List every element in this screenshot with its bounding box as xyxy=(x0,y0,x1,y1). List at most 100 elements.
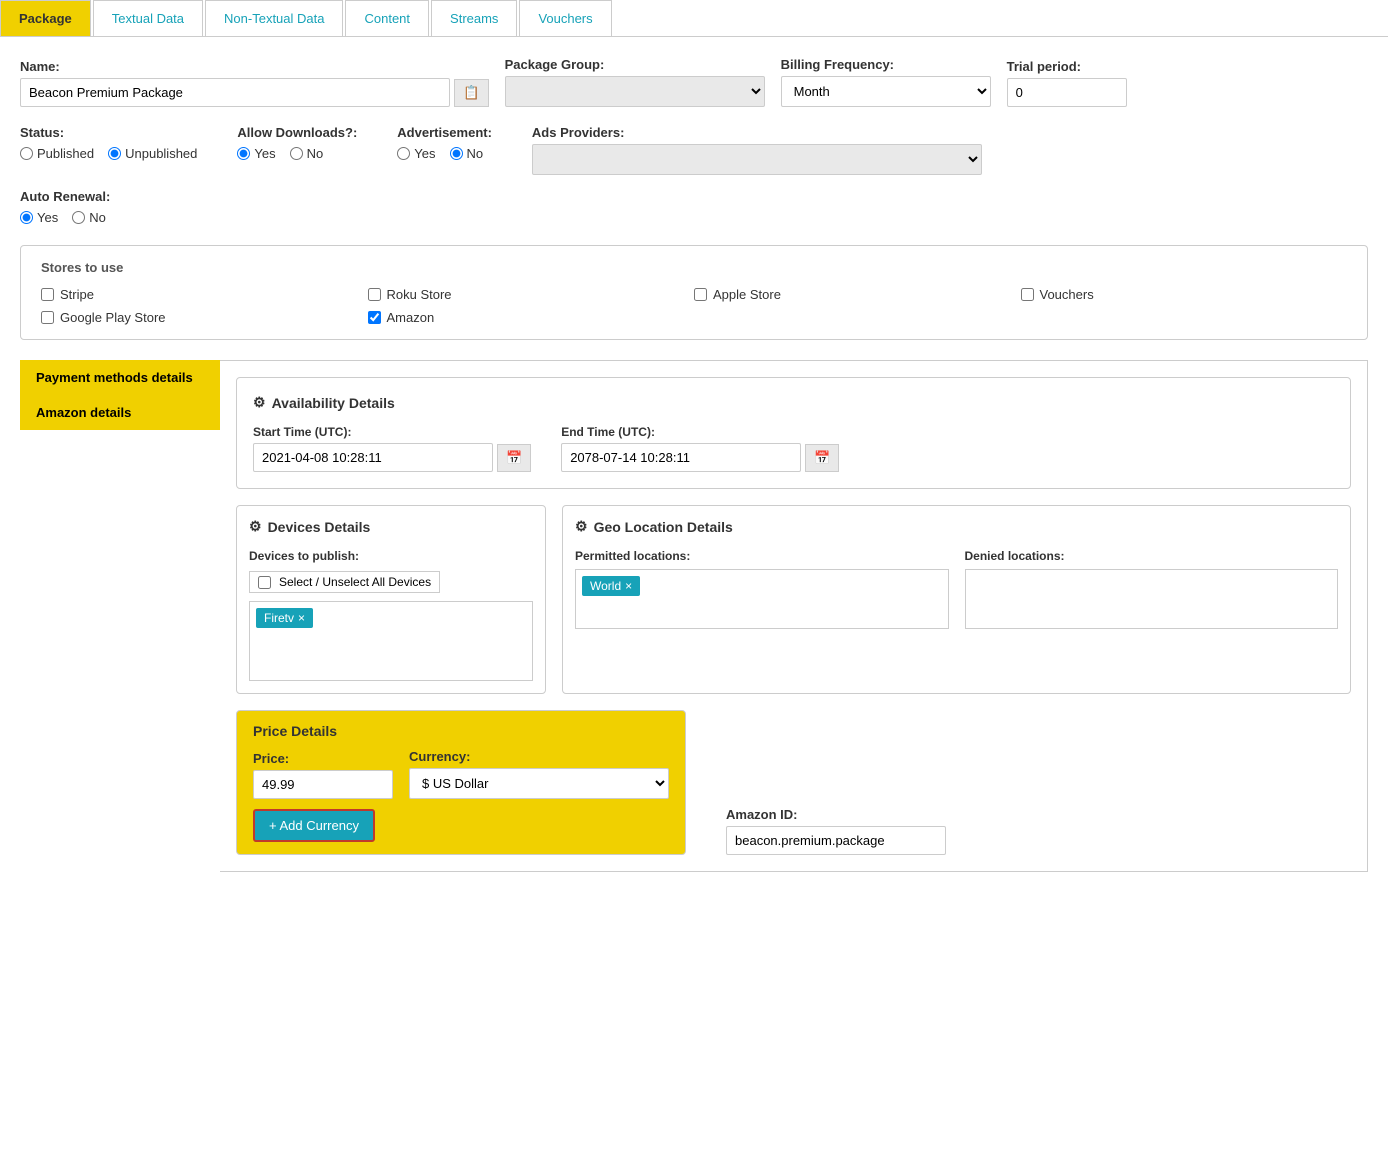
allow-downloads-no-option[interactable]: No xyxy=(290,146,324,161)
advertisement-yes-option[interactable]: Yes xyxy=(397,146,435,161)
allow-downloads-label: Allow Downloads?: xyxy=(237,125,357,140)
start-time-calendar-button[interactable]: 📅 xyxy=(497,444,531,472)
store-amazon-checkbox[interactable] xyxy=(368,311,381,324)
advertisement-no-radio[interactable] xyxy=(450,147,463,160)
allow-downloads-group: Allow Downloads?: Yes No xyxy=(237,125,357,161)
payment-tabs-row: Payment methods details Amazon details ⚙… xyxy=(20,360,1368,872)
tab-vouchers[interactable]: Vouchers xyxy=(519,0,611,36)
billing-frequency-select[interactable]: Month Year xyxy=(781,76,991,107)
ads-providers-select[interactable] xyxy=(532,144,982,175)
store-vouchers-checkbox[interactable] xyxy=(1021,288,1034,301)
advertisement-yes-radio[interactable] xyxy=(397,147,410,160)
auto-renewal-yes-text: Yes xyxy=(37,210,58,225)
trial-period-input[interactable] xyxy=(1007,78,1127,107)
end-time-group: End Time (UTC): 📅 xyxy=(561,425,839,472)
availability-gear-icon: ⚙ xyxy=(253,394,266,411)
allow-downloads-radio-group: Yes No xyxy=(237,146,357,161)
availability-section: ⚙ Availability Details Start Time (UTC):… xyxy=(236,377,1351,489)
store-roku: Roku Store xyxy=(368,287,695,302)
denied-tags-box xyxy=(965,569,1339,629)
package-group-label: Package Group: xyxy=(505,57,765,72)
store-amazon-label: Amazon xyxy=(387,310,435,325)
allow-downloads-yes-option[interactable]: Yes xyxy=(237,146,275,161)
tab-textual-data[interactable]: Textual Data xyxy=(93,0,203,36)
auto-renewal-group: Auto Renewal: Yes No xyxy=(20,189,1368,225)
select-unselect-checkbox[interactable] xyxy=(258,576,271,589)
store-google-checkbox[interactable] xyxy=(41,311,54,324)
devices-title: ⚙ Devices Details xyxy=(249,518,533,535)
end-time-input[interactable] xyxy=(561,443,801,472)
price-input[interactable] xyxy=(253,770,393,799)
allow-downloads-no-text: No xyxy=(307,146,324,161)
tab-bar: Package Textual Data Non-Textual Data Co… xyxy=(0,0,1388,37)
store-roku-checkbox[interactable] xyxy=(368,288,381,301)
auto-renewal-yes-radio[interactable] xyxy=(20,211,33,224)
store-google-label: Google Play Store xyxy=(60,310,166,325)
start-time-input[interactable] xyxy=(253,443,493,472)
ads-providers-group: Ads Providers: xyxy=(532,125,982,175)
price-fields-row: Price: Currency: $ US Dollar € Euro xyxy=(253,749,669,799)
payment-methods-tab-btn[interactable]: Payment methods details xyxy=(20,360,220,395)
tab-non-textual-data[interactable]: Non-Textual Data xyxy=(205,0,343,36)
store-apple-label: Apple Store xyxy=(713,287,781,302)
status-radio-group: Published Unpublished xyxy=(20,146,197,161)
calendar-icon: 📅 xyxy=(506,450,522,465)
currency-select[interactable]: $ US Dollar € Euro xyxy=(409,768,669,799)
auto-renewal-no-text: No xyxy=(89,210,106,225)
permitted-col: Permitted locations: World × xyxy=(575,549,949,629)
currency-label: Currency: xyxy=(409,749,669,764)
devices-section: ⚙ Devices Details Devices to publish: Se… xyxy=(236,505,546,694)
store-stripe-label: Stripe xyxy=(60,287,94,302)
geo-inner: Permitted locations: World × Denied loca… xyxy=(575,549,1338,629)
copy-button[interactable]: 📋 xyxy=(454,79,489,107)
store-stripe-checkbox[interactable] xyxy=(41,288,54,301)
allow-downloads-yes-radio[interactable] xyxy=(237,147,250,160)
tab-streams[interactable]: Streams xyxy=(431,0,517,36)
advertisement-no-option[interactable]: No xyxy=(450,146,484,161)
add-currency-button[interactable]: + Add Currency xyxy=(253,809,375,842)
name-input[interactable] xyxy=(20,78,450,107)
advertisement-label: Advertisement: xyxy=(397,125,492,140)
tab-package[interactable]: Package xyxy=(0,0,91,36)
status-published-radio[interactable] xyxy=(20,147,33,160)
page-wrapper: Package Textual Data Non-Textual Data Co… xyxy=(0,0,1388,1172)
billing-frequency-group: Billing Frequency: Month Year xyxy=(781,57,991,107)
amazon-details-tab-btn[interactable]: Amazon details xyxy=(20,395,220,430)
amazon-panel: ⚙ Availability Details Start Time (UTC):… xyxy=(220,360,1368,872)
auto-renewal-no-option[interactable]: No xyxy=(72,210,106,225)
advertisement-no-text: No xyxy=(467,146,484,161)
status-unpublished-radio[interactable] xyxy=(108,147,121,160)
device-tag-firetv-close[interactable]: × xyxy=(298,611,305,625)
bottom-price-row: Price Details Price: Currency: $ US Doll… xyxy=(236,710,1351,855)
allow-downloads-no-radio[interactable] xyxy=(290,147,303,160)
package-group-select[interactable] xyxy=(505,76,765,107)
calendar-icon-2: 📅 xyxy=(814,450,830,465)
stores-grid: Stripe Roku Store Apple Store Vouchers G… xyxy=(41,287,1347,325)
select-unselect-button[interactable]: Select / Unselect All Devices xyxy=(249,571,440,593)
store-amazon: Amazon xyxy=(368,310,695,325)
trial-period-group: Trial period: xyxy=(1007,59,1127,107)
location-tag-world-close[interactable]: × xyxy=(625,579,632,593)
auto-renewal-yes-option[interactable]: Yes xyxy=(20,210,58,225)
amazon-id-input[interactable] xyxy=(726,826,946,855)
price-section-title: Price Details xyxy=(253,723,669,739)
status-published-text: Published xyxy=(37,146,94,161)
end-time-calendar-button[interactable]: 📅 xyxy=(805,444,839,472)
auto-renewal-radio-group: Yes No xyxy=(20,210,1368,225)
billing-frequency-label: Billing Frequency: xyxy=(781,57,991,72)
device-tag-firetv: Firetv × xyxy=(256,608,313,628)
advertisement-yes-text: Yes xyxy=(414,146,435,161)
store-roku-label: Roku Store xyxy=(387,287,452,302)
tab-content[interactable]: Content xyxy=(345,0,429,36)
amazon-id-section: Amazon ID: xyxy=(726,807,946,855)
auto-renewal-label: Auto Renewal: xyxy=(20,189,110,204)
status-row: Status: Published Unpublished Allow Down… xyxy=(20,125,1368,175)
auto-renewal-no-radio[interactable] xyxy=(72,211,85,224)
store-apple-checkbox[interactable] xyxy=(694,288,707,301)
start-time-input-wrap: 📅 xyxy=(253,443,531,472)
status-published-option[interactable]: Published xyxy=(20,146,94,161)
stores-section: Stores to use Stripe Roku Store Apple St… xyxy=(20,245,1368,340)
status-unpublished-option[interactable]: Unpublished xyxy=(108,146,197,161)
store-vouchers: Vouchers xyxy=(1021,287,1348,302)
status-unpublished-text: Unpublished xyxy=(125,146,197,161)
